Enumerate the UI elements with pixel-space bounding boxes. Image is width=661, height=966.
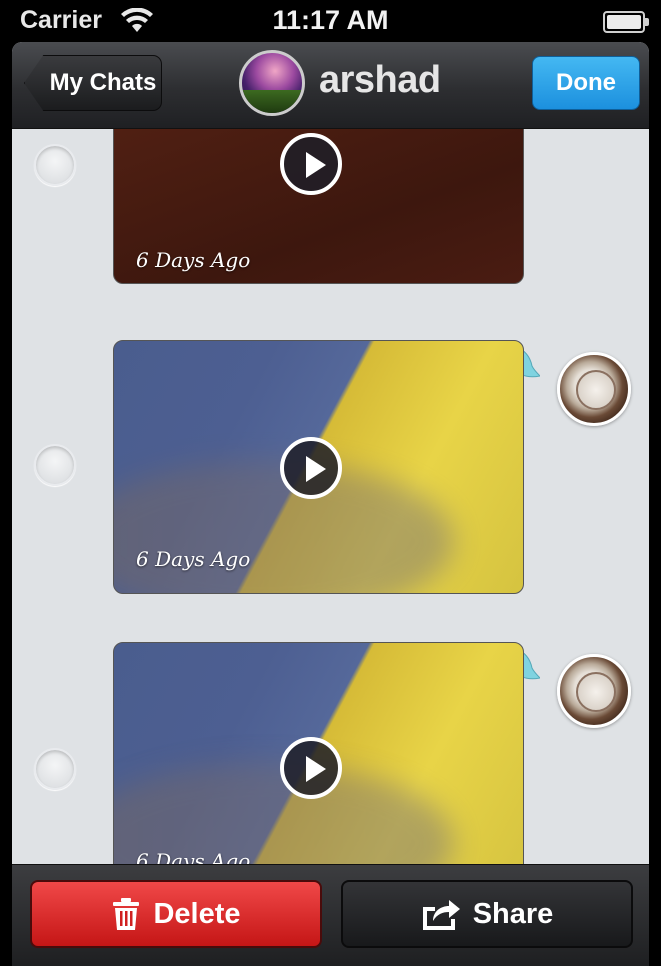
select-radio[interactable] (34, 144, 76, 186)
play-button[interactable] (280, 133, 342, 195)
message-list[interactable]: 6 Days Ago 6 Days Ago 6 Days Ago (12, 128, 649, 864)
play-button[interactable] (280, 737, 342, 799)
chat-screen: My Chats arshad Done 6 Days Ago 6 Days A… (12, 42, 649, 966)
page-title: arshad (319, 59, 441, 101)
select-radio[interactable] (34, 748, 76, 790)
done-button-label: Done (556, 69, 616, 96)
play-button[interactable] (280, 437, 342, 499)
back-button-label: My Chats (49, 69, 157, 96)
message-timestamp: 6 Days Ago (136, 849, 251, 864)
status-time: 11:17 AM (272, 5, 389, 35)
trash-icon (113, 898, 140, 930)
share-icon (422, 900, 460, 930)
status-bar: Carrier 11:17 AM (0, 0, 661, 42)
navigation-bar: My Chats arshad Done (12, 42, 649, 129)
contact-avatar[interactable] (239, 50, 305, 116)
video-message[interactable]: 6 Days Ago (113, 340, 524, 594)
video-message[interactable]: 6 Days Ago (113, 642, 524, 864)
delete-button[interactable]: Delete (30, 880, 322, 948)
back-button[interactable]: My Chats (24, 55, 162, 111)
message-timestamp: 6 Days Ago (136, 248, 251, 272)
message-timestamp: 6 Days Ago (136, 547, 251, 571)
play-icon (306, 456, 326, 482)
delete-button-label: Delete (153, 897, 241, 930)
bottom-toolbar: Delete Share (12, 864, 649, 966)
select-radio[interactable] (34, 444, 76, 486)
sender-avatar[interactable] (557, 352, 631, 426)
done-button[interactable]: Done (532, 56, 640, 110)
share-button[interactable]: Share (341, 880, 633, 948)
video-message[interactable]: 6 Days Ago (113, 128, 524, 284)
play-icon (306, 152, 326, 178)
sender-avatar[interactable] (557, 654, 631, 728)
battery-icon (603, 11, 649, 33)
play-icon (306, 756, 326, 782)
share-button-label: Share (472, 897, 554, 930)
